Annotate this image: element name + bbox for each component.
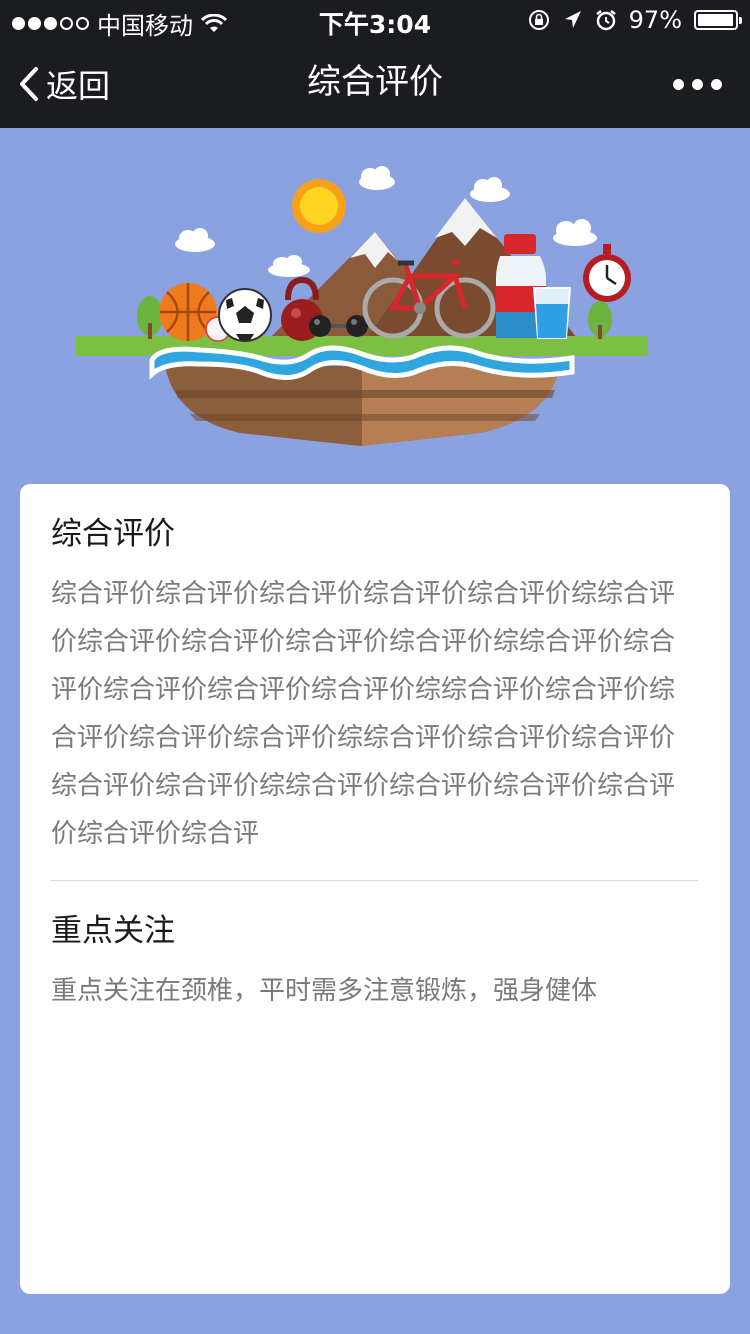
battery-cap [739,17,742,24]
island-earth [165,366,560,446]
section-title: 综合评价 [51,516,175,552]
more-dot [711,78,722,90]
page-title: 综合评价 [307,62,443,102]
status-bar: 中国移动 下午3:04 97% [0,0,750,40]
status-right: 97% [527,6,742,34]
more-dot [692,78,703,90]
section-title: 重点关注 [51,913,175,949]
glass-icon [532,287,572,339]
nav-bar: 返回 综合评价 [0,40,750,128]
section-key-focus: 重点关注 重点关注在颈椎，平时需多注意锻炼，强身健体 [20,881,730,1015]
battery-percent: 97% [628,6,682,34]
orientation-lock-icon [528,10,549,30]
content-card: 综合评价 综合评价综合评价综合评价综合评价综合评价综综合评价综合评价综合评价综合… [20,484,730,1294]
more-dots-icon[interactable] [673,40,722,128]
section-text: 重点关注在颈椎，平时需多注意锻炼，强身健体 [51,976,598,1006]
sports-island-illustration [76,166,648,446]
more-dot [673,78,684,90]
section-text: 综合评价综合评价综合评价综合评价综合评价综综合评价综合评价综合评价综合评价综合评… [51,579,676,849]
sun-icon [292,179,346,233]
location-arrow-icon [564,11,581,28]
section-overall-evaluation: 综合评价 综合评价综合评价综合评价综合评价综合评价综综合评价综合评价综合评价综合… [20,484,730,881]
battery-icon [694,10,742,30]
alarm-icon [595,10,616,31]
stopwatch-icon [583,244,631,302]
battery-fill [698,14,733,26]
soccer-ball-icon [218,288,272,342]
